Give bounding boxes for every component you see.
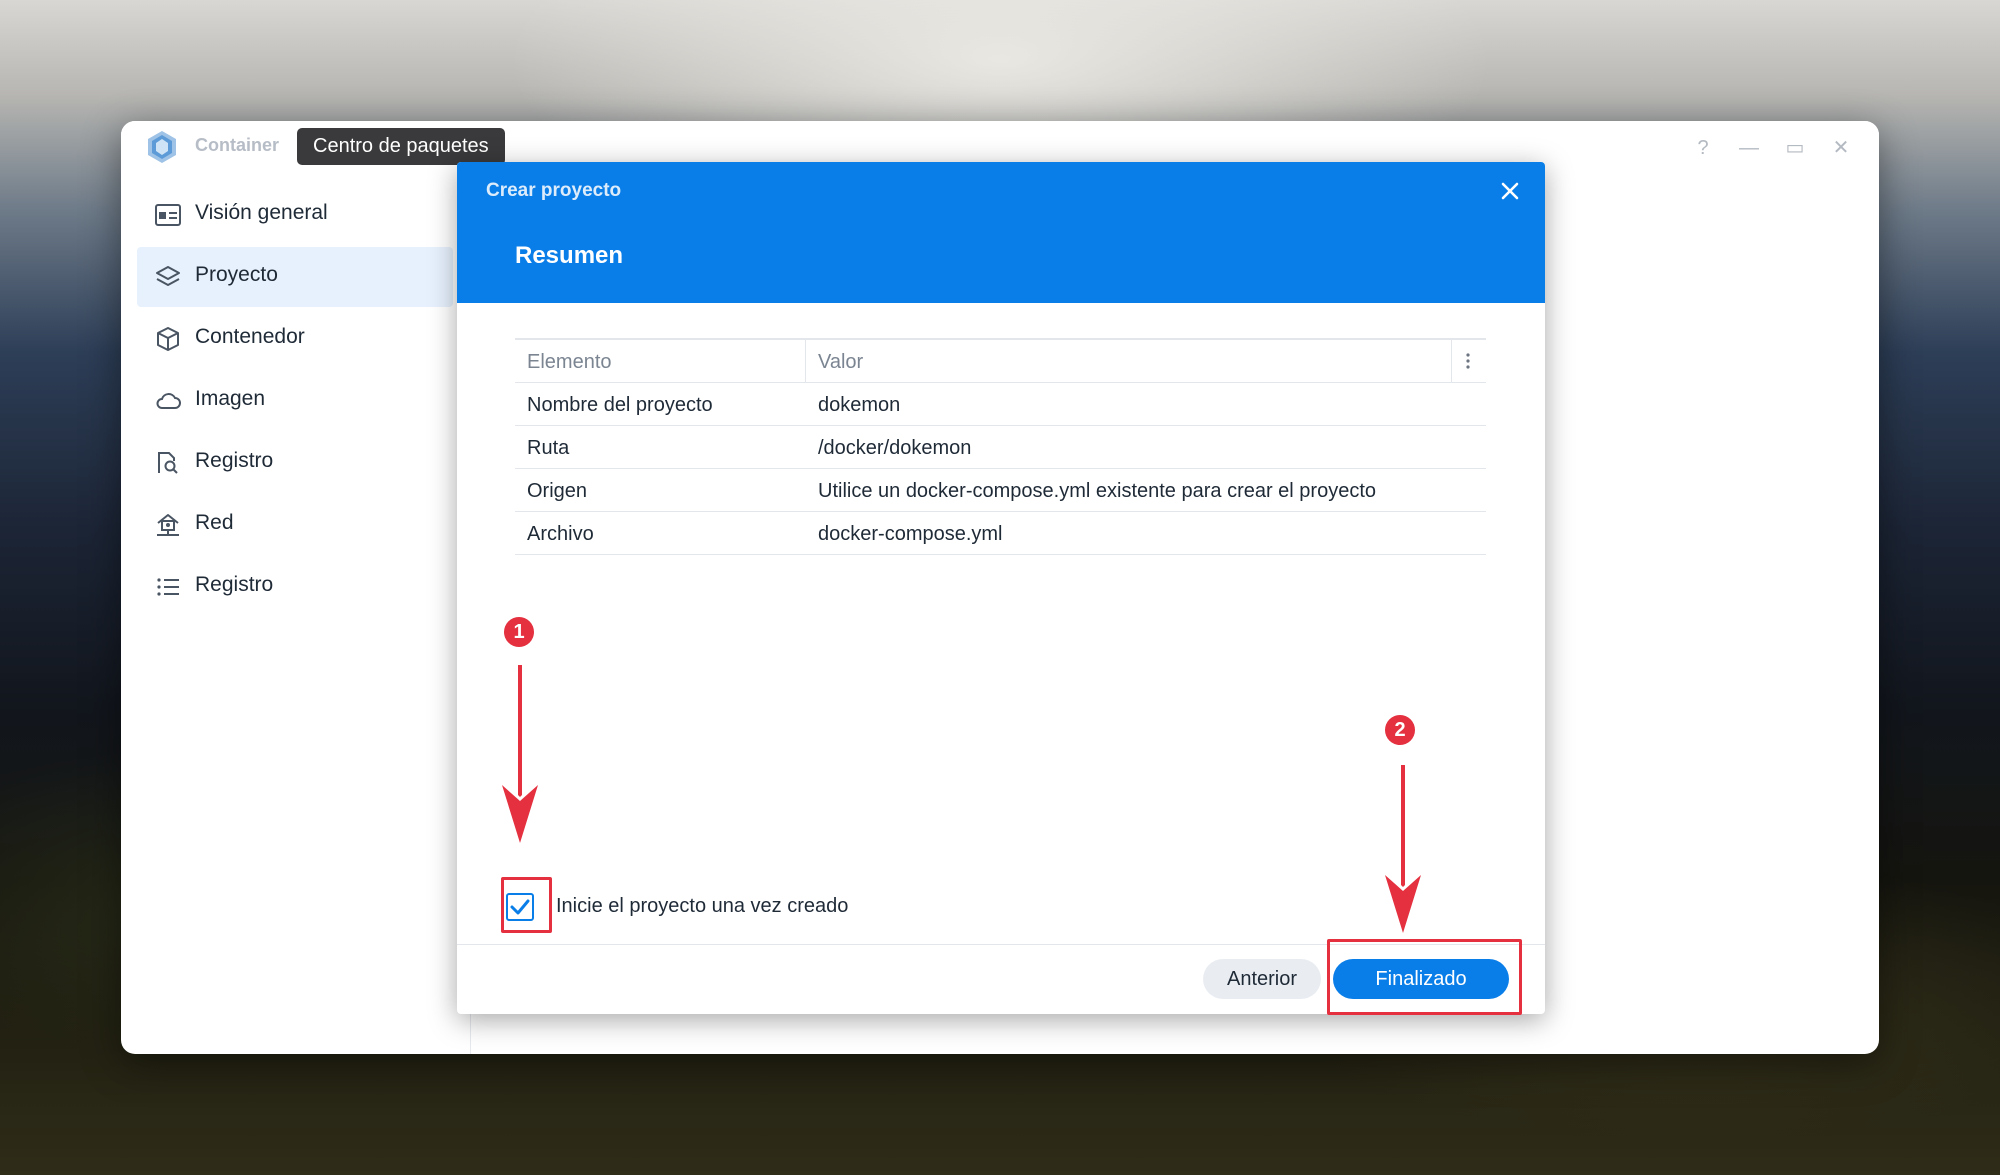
finish-highlight-box	[1327, 939, 1522, 1015]
cell-value: Utilice un docker-compose.yml existente …	[818, 480, 1377, 502]
window-controls: ? — ▭ ✕	[1691, 133, 1853, 163]
arrow-down-icon	[502, 665, 538, 843]
network-icon	[157, 514, 179, 536]
dialog-subtitle: Resumen	[515, 242, 624, 269]
column-divider	[1451, 340, 1452, 383]
sidebar-item-label: Proyecto	[195, 263, 278, 286]
cube-icon	[157, 327, 179, 351]
sidebar-item-network[interactable]: Red	[137, 495, 453, 555]
package-center-tooltip: Centro de paquetes	[297, 128, 505, 165]
container-app-icon	[148, 131, 176, 163]
column-header-element[interactable]: Elemento	[527, 351, 612, 374]
table-row[interactable]: Archivo docker-compose.yml	[515, 512, 1486, 555]
sidebar-item-container[interactable]: Contenedor	[137, 309, 453, 369]
overview-icon	[155, 204, 181, 226]
table-row[interactable]: Ruta /docker/dokemon	[515, 426, 1486, 469]
sidebar-item-label: Red	[195, 511, 234, 534]
table-header-row: Elemento Valor	[515, 340, 1486, 383]
dialog-header: Crear proyecto Resumen	[457, 162, 1545, 303]
create-project-dialog: Crear proyecto Resumen Elemento Valor No…	[457, 162, 1545, 1014]
sidebar-item-overview[interactable]: Visión general	[137, 185, 453, 245]
previous-button[interactable]: Anterior	[1203, 959, 1321, 999]
sidebar-item-label: Visión general	[195, 201, 328, 224]
sidebar-item-label: Contenedor	[195, 325, 305, 348]
table-row[interactable]: Nombre del proyecto dokemon	[515, 383, 1486, 426]
close-window-icon[interactable]: ✕	[1829, 133, 1853, 163]
table-row[interactable]: Origen Utilice un docker-compose.yml exi…	[515, 469, 1486, 512]
minimize-icon[interactable]: —	[1737, 133, 1761, 163]
cell-value: dokemon	[818, 394, 901, 416]
column-divider	[805, 340, 806, 383]
sidebar: Visión general Proyecto Contenedor Image…	[121, 175, 471, 1054]
cell-value: /docker/dokemon	[818, 437, 972, 459]
step-badge-1: 1	[504, 617, 534, 647]
cell-element: Ruta	[527, 437, 570, 459]
summary-table: Elemento Valor Nombre del proyecto dokem…	[515, 338, 1486, 555]
start-project-label[interactable]: Inicie el proyecto una vez creado	[556, 895, 848, 918]
cell-element: Origen	[527, 480, 588, 502]
more-options-icon[interactable]	[1461, 351, 1475, 371]
cell-element: Nombre del proyecto	[527, 394, 713, 416]
cell-value: docker-compose.yml	[818, 523, 1003, 545]
cell-element: Archivo	[527, 523, 594, 545]
sidebar-item-registry[interactable]: Registro	[137, 433, 453, 493]
checkbox-highlight-box	[501, 877, 552, 933]
sidebar-item-image[interactable]: Imagen	[137, 371, 453, 431]
sidebar-item-label: Registro	[195, 573, 274, 596]
sidebar-item-label: Registro	[195, 449, 274, 472]
step-badge-2: 2	[1385, 715, 1415, 745]
sidebar-item-label: Imagen	[195, 387, 266, 410]
registry-search-icon	[158, 452, 178, 474]
sidebar-item-log[interactable]: Registro	[137, 557, 453, 617]
column-header-value[interactable]: Valor	[818, 351, 863, 374]
cloud-icon	[156, 393, 181, 409]
maximize-icon[interactable]: ▭	[1783, 133, 1807, 163]
close-icon[interactable]	[1499, 180, 1521, 202]
help-icon[interactable]: ?	[1691, 133, 1715, 163]
layers-icon	[156, 266, 180, 286]
arrow-down-icon	[1385, 765, 1421, 933]
sidebar-item-project[interactable]: Proyecto	[137, 247, 453, 307]
list-icon	[157, 578, 179, 596]
app-title: Container	[195, 135, 280, 155]
dialog-title: Crear proyecto	[486, 180, 622, 201]
